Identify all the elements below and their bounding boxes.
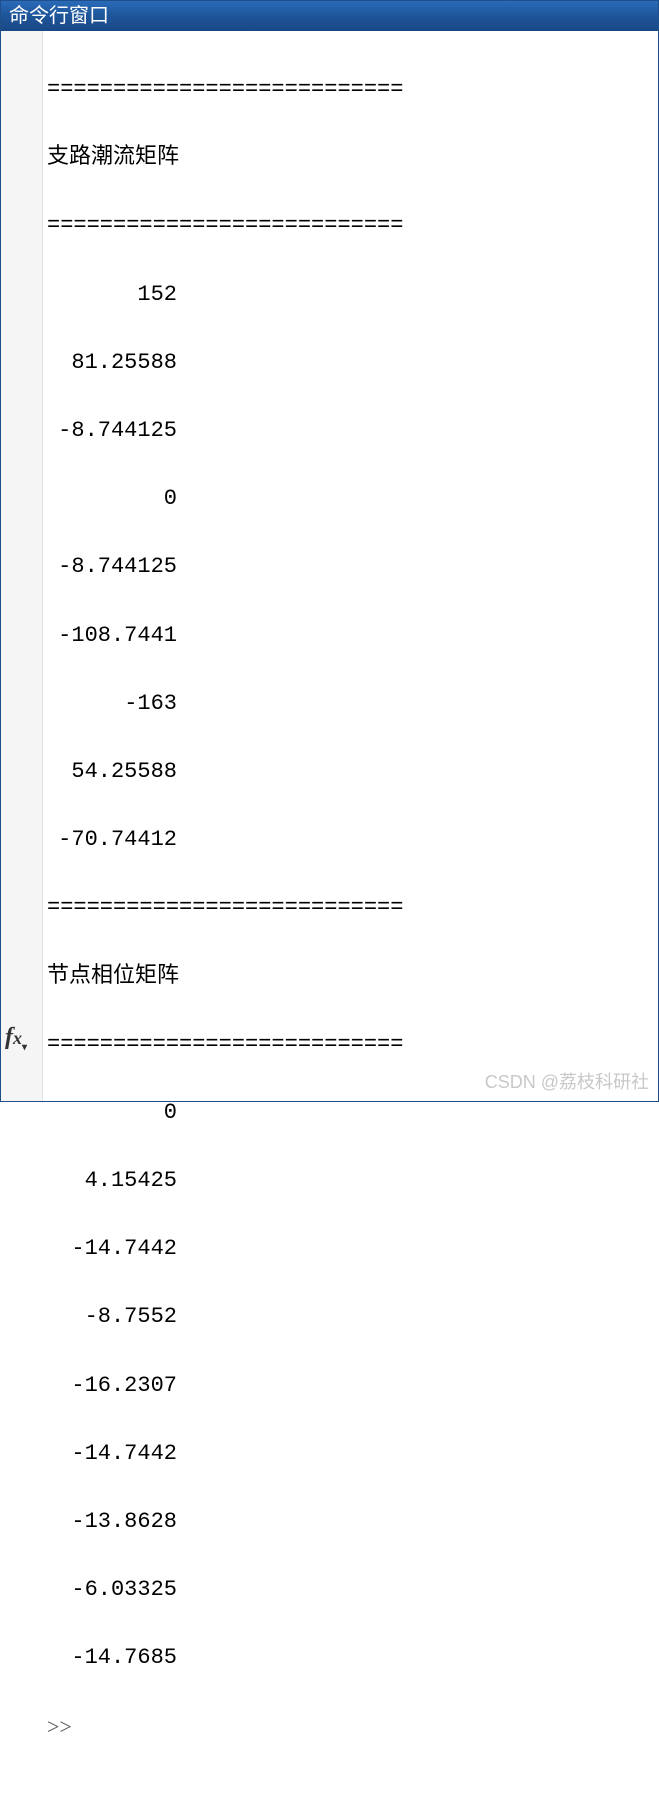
- matrix-value: -14.7442: [47, 1232, 177, 1266]
- matrix-row: -8.7552: [47, 1300, 654, 1334]
- matrix-value: 81.25588: [47, 346, 177, 380]
- matrix-row: -13.8628: [47, 1505, 654, 1539]
- matrix-value: -16.2307: [47, 1369, 177, 1403]
- matrix-row: 54.25588: [47, 755, 654, 789]
- matrix-row: 0: [47, 1096, 654, 1130]
- matrix-row: 0: [47, 482, 654, 516]
- window-title: 命令行窗口: [9, 5, 109, 27]
- matrix-value: -70.74412: [47, 823, 177, 857]
- matrix-value: 0: [47, 482, 177, 516]
- matrix-row: -108.7441: [47, 619, 654, 653]
- divider: ===========================: [47, 1028, 654, 1062]
- matrix-row: -14.7685: [47, 1641, 654, 1675]
- matrix-value: -8.744125: [47, 550, 177, 584]
- watermark: CSDN @荔枝科研社: [485, 1068, 649, 1094]
- divider: ===========================: [47, 891, 654, 925]
- matrix-row: -14.7442: [47, 1437, 654, 1471]
- matrix-value: 4.15425: [47, 1164, 177, 1198]
- matrix-row: -70.74412: [47, 823, 654, 857]
- content-area: fx▾ =========================== 支路潮流矩阵 =…: [1, 31, 658, 1101]
- matrix-value: 152: [47, 278, 177, 312]
- divider: ===========================: [47, 209, 654, 243]
- matrix-value: -108.7441: [47, 619, 177, 653]
- matrix-value: 54.25588: [47, 755, 177, 789]
- matrix-value: -8.744125: [47, 414, 177, 448]
- matrix-value: -6.03325: [47, 1573, 177, 1607]
- matrix-value: 0: [47, 1096, 177, 1130]
- matrix-row: -8.744125: [47, 550, 654, 584]
- matrix-row: -8.744125: [47, 414, 654, 448]
- matrix-row: -6.03325: [47, 1573, 654, 1607]
- prompt[interactable]: >>: [47, 1710, 654, 1744]
- fx-icon[interactable]: fx▾: [5, 1024, 27, 1053]
- divider: ===========================: [47, 73, 654, 107]
- matrix-value: -163: [47, 687, 177, 721]
- titlebar: 命令行窗口: [1, 1, 658, 31]
- matrix-row: -163: [47, 687, 654, 721]
- section-title-branch-flow: 支路潮流矩阵: [47, 141, 654, 175]
- matrix-row: 81.25588: [47, 346, 654, 380]
- output-area[interactable]: =========================== 支路潮流矩阵 =====…: [43, 31, 658, 1101]
- matrix-row: -14.7442: [47, 1232, 654, 1266]
- matrix-row: 4.15425: [47, 1164, 654, 1198]
- command-window: 命令行窗口 fx▾ =========================== 支路…: [0, 0, 659, 1102]
- matrix-value: -14.7442: [47, 1437, 177, 1471]
- matrix-value: -14.7685: [47, 1641, 177, 1675]
- matrix-row: -16.2307: [47, 1369, 654, 1403]
- matrix-value: -8.7552: [47, 1300, 177, 1334]
- matrix-row: 152: [47, 278, 654, 312]
- section-title-phase-angle: 节点相位矩阵: [47, 960, 654, 994]
- matrix-value: -13.8628: [47, 1505, 177, 1539]
- gutter: fx▾: [1, 31, 43, 1101]
